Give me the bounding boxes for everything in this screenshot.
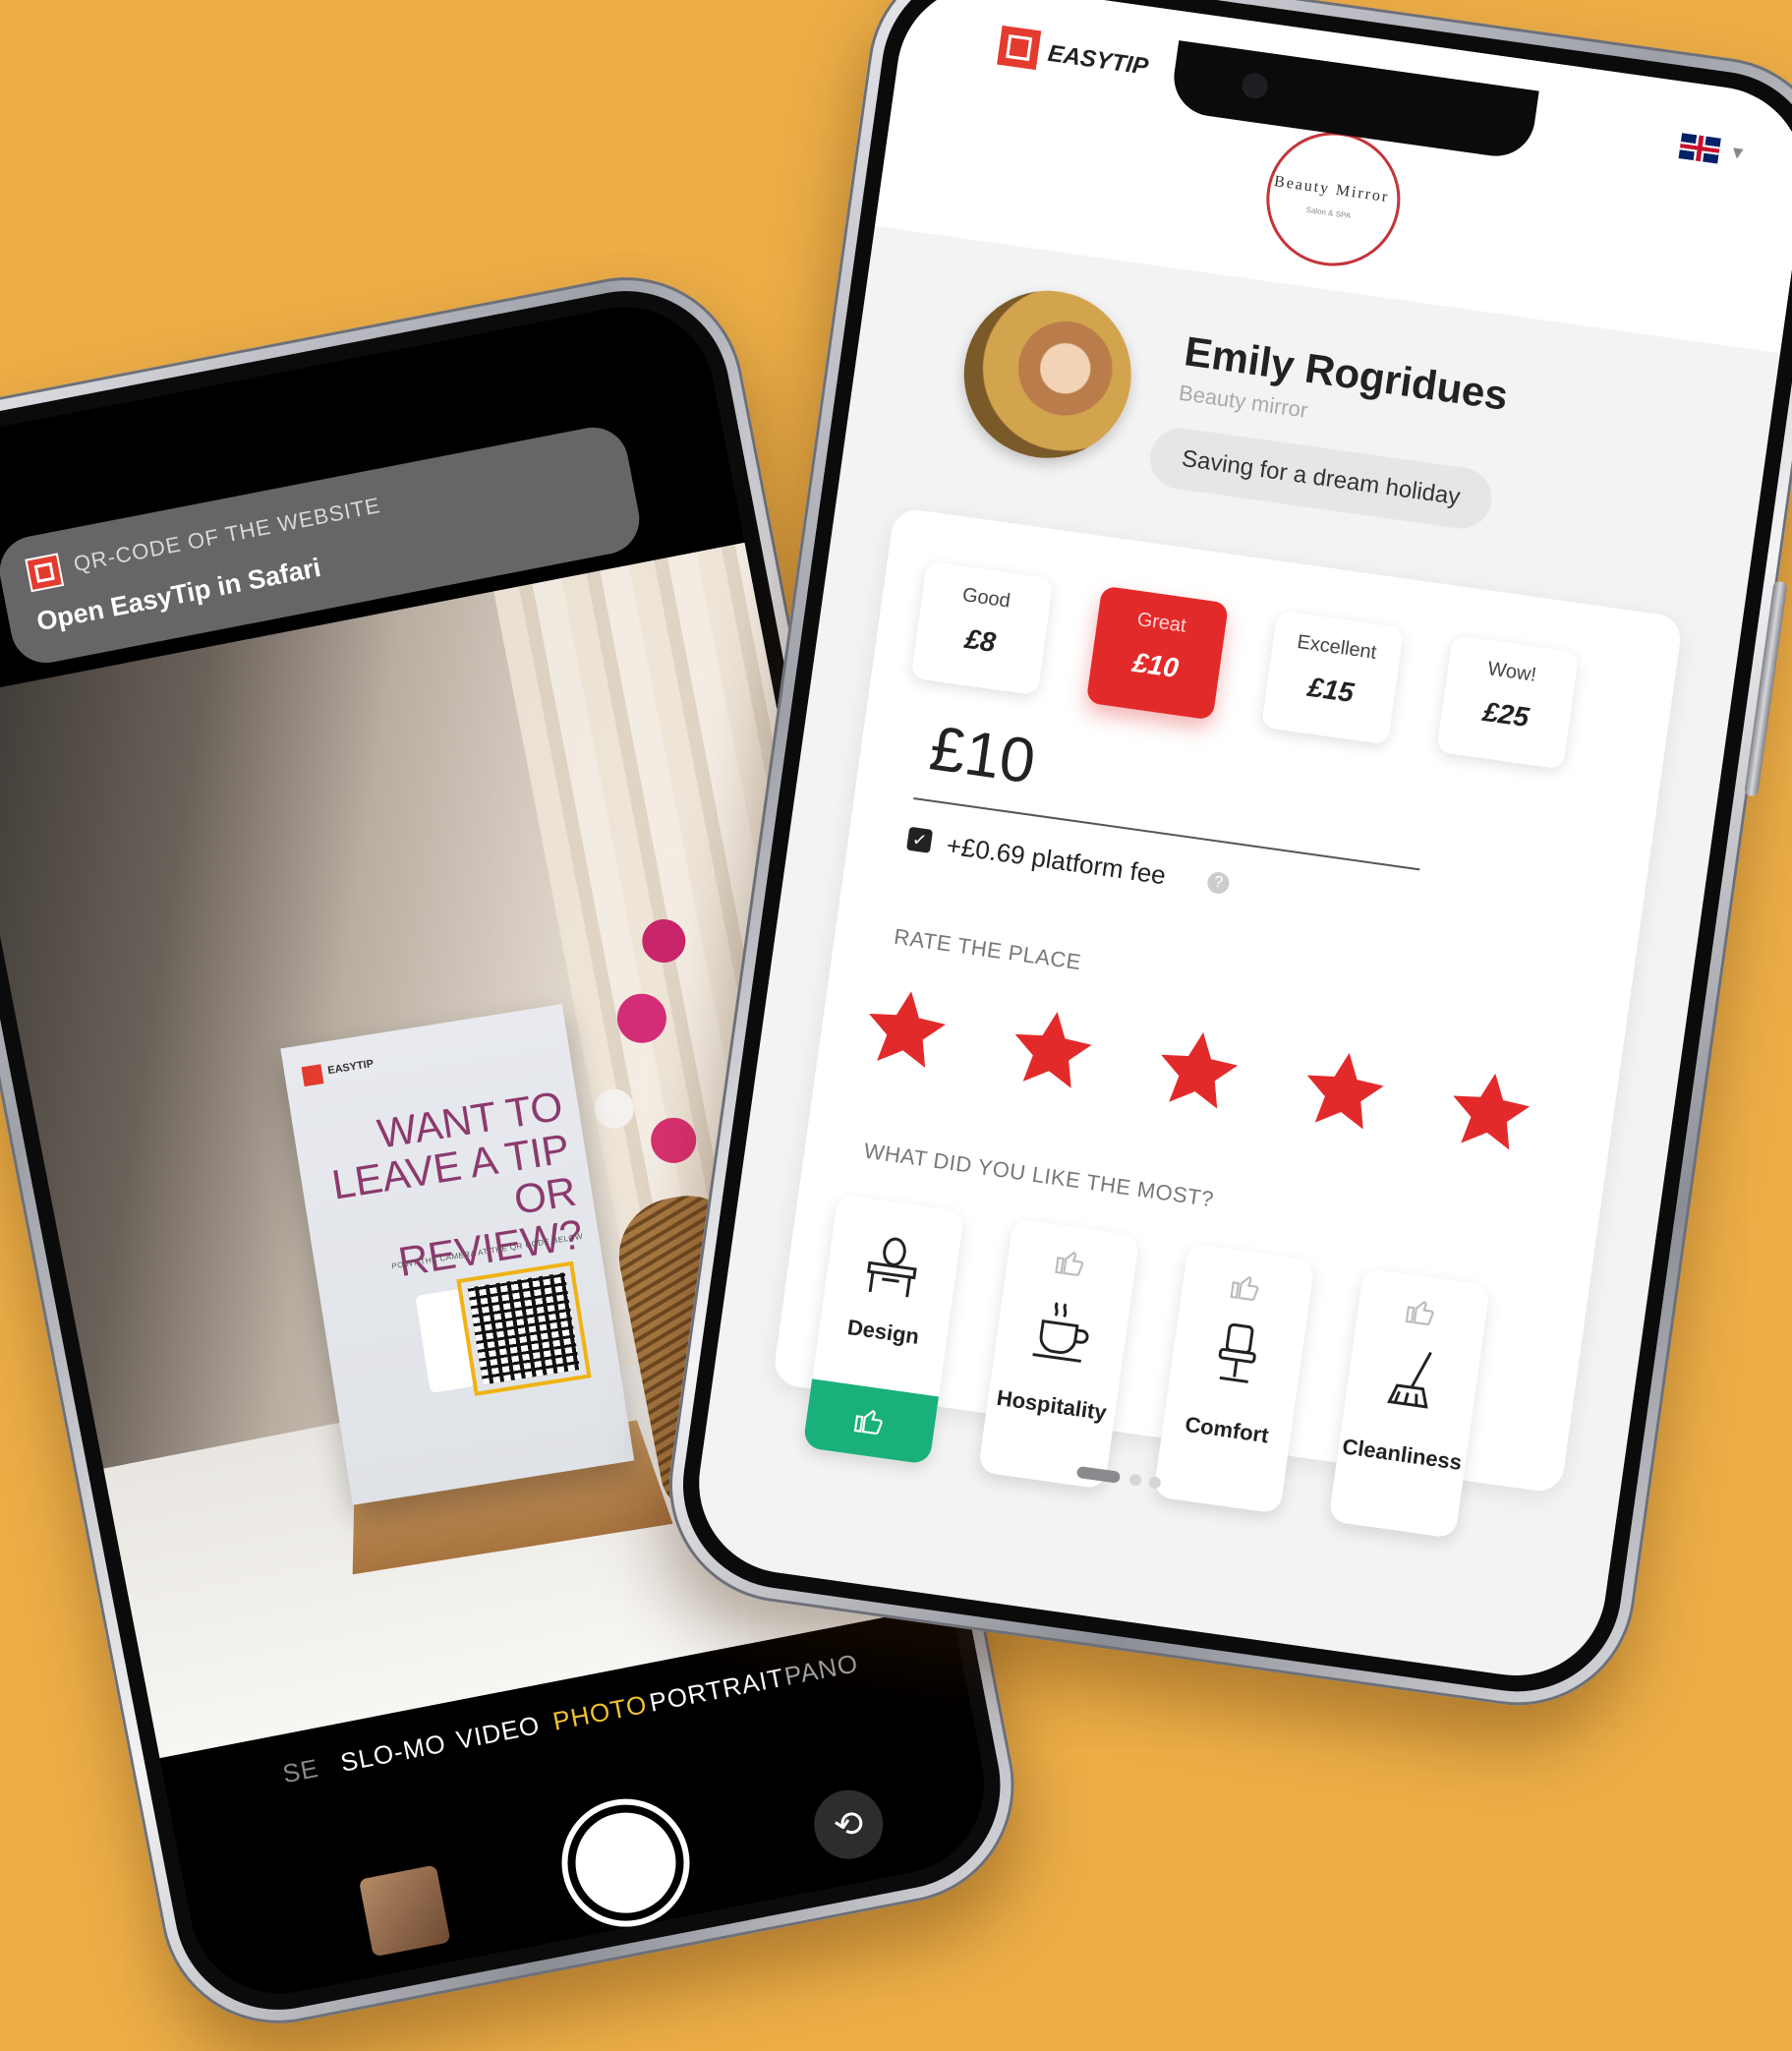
fee-checkbox[interactable]: ✓: [905, 826, 934, 853]
tip-option-amount: £25: [1480, 695, 1532, 733]
mop-icon: [1387, 1351, 1432, 1409]
help-icon[interactable]: ?: [1205, 870, 1231, 896]
shutter-button[interactable]: [550, 1787, 701, 1938]
tip-amount-input[interactable]: £10: [926, 711, 1040, 797]
tip-option-amount: £8: [962, 622, 998, 658]
flip-camera-icon[interactable]: ⟲: [808, 1784, 890, 1865]
app-screen: EASYTIP ▼ Beauty Mirror Salon & SPA Emil…: [687, 0, 1792, 1687]
tip-option-label: Wow!: [1486, 658, 1538, 686]
front-camera-icon: [1240, 71, 1270, 100]
avatar: [953, 279, 1142, 469]
tip-option-label: Good: [960, 584, 1012, 613]
tip-option-great[interactable]: Great £10: [1085, 585, 1230, 721]
mode-pano[interactable]: PANO: [781, 1648, 860, 1692]
star-rating[interactable]: [856, 979, 1608, 1171]
tip-option-label: Excellent: [1296, 630, 1378, 664]
app-badges: [415, 1288, 476, 1393]
vanity-mirror-icon: [866, 1237, 917, 1298]
tip-option-amount: £10: [1130, 646, 1181, 684]
card-headline: WANT TO LEAVE A TIP OR REVIEW?: [328, 1082, 587, 1286]
star-icon[interactable]: [856, 979, 956, 1080]
mode-portrait[interactable]: PORTRAIT: [647, 1663, 786, 1719]
thumbs-up-icon: [1405, 1301, 1434, 1325]
like-option-label: Comfort: [1184, 1411, 1271, 1448]
like-selected-bar: [802, 1378, 939, 1465]
profile-goal: Saving for a dream holiday: [1146, 424, 1496, 533]
notification-label: QR-CODE OF THE WEBSITE: [71, 493, 383, 577]
like-option-label: Design: [845, 1315, 921, 1349]
chevron-down-icon[interactable]: ▼: [1727, 142, 1748, 164]
thumbs-up-icon: [853, 1410, 883, 1435]
page-dot[interactable]: [1148, 1476, 1162, 1490]
uk-flag-icon[interactable]: [1678, 133, 1721, 164]
mode-photo[interactable]: PHOTO: [550, 1689, 650, 1737]
like-option-label: Hospitality: [995, 1384, 1109, 1426]
like-option-hospitality[interactable]: Hospitality: [977, 1218, 1140, 1490]
tip-option-wow[interactable]: Wow! £25: [1436, 634, 1580, 770]
likes-section-title: WHAT DID YOU LIKE THE MOST?: [862, 1138, 1216, 1212]
star-icon[interactable]: [1440, 1062, 1540, 1162]
like-option-comfort[interactable]: Comfort: [1152, 1243, 1315, 1514]
qr-code-icon: [456, 1260, 592, 1396]
tip-option-excellent[interactable]: Excellent £15: [1260, 610, 1405, 745]
barber-chair-icon: [1218, 1322, 1256, 1383]
tip-card: Good £8 Great £10 Excellent £15 Wow! £25…: [772, 506, 1684, 1539]
like-option-label: Cleanliness: [1341, 1434, 1464, 1476]
app-phone: EASYTIP ▼ Beauty Mirror Salon & SPA Emil…: [654, 0, 1792, 1721]
app-name: EASYTIP: [1046, 39, 1150, 81]
star-icon[interactable]: [1294, 1041, 1394, 1142]
mode-se[interactable]: SE: [280, 1753, 321, 1789]
mode-video[interactable]: VIDEO: [454, 1710, 543, 1756]
star-icon[interactable]: [1148, 1021, 1248, 1121]
card-brand: EASYTIP: [326, 1057, 375, 1078]
like-option-design[interactable]: Design: [802, 1194, 965, 1465]
like-option-cleanliness[interactable]: Cleanliness: [1328, 1267, 1491, 1539]
easytip-logo-icon[interactable]: [997, 25, 1042, 71]
tip-option-good[interactable]: Good £8: [910, 560, 1054, 696]
page-dot[interactable]: [1128, 1473, 1142, 1487]
easytip-logo-icon: [301, 1064, 324, 1087]
easytip-logo-icon: [25, 553, 65, 593]
tip-option-amount: £15: [1305, 671, 1357, 709]
fee-label: +£0.69 platform fee: [945, 830, 1168, 891]
page-indicator: [1075, 1465, 1166, 1492]
coffee-cup-icon: [1032, 1302, 1089, 1363]
thumbs-up-icon: [1055, 1252, 1084, 1276]
thumbs-up-icon: [1230, 1276, 1259, 1301]
tip-option-label: Great: [1135, 609, 1187, 637]
mode-slo-mo[interactable]: SLO-MO: [338, 1729, 448, 1779]
last-photo-thumbnail[interactable]: [358, 1864, 451, 1958]
rate-section-title: RATE THE PLACE: [892, 923, 1083, 975]
star-icon[interactable]: [1002, 1000, 1102, 1100]
